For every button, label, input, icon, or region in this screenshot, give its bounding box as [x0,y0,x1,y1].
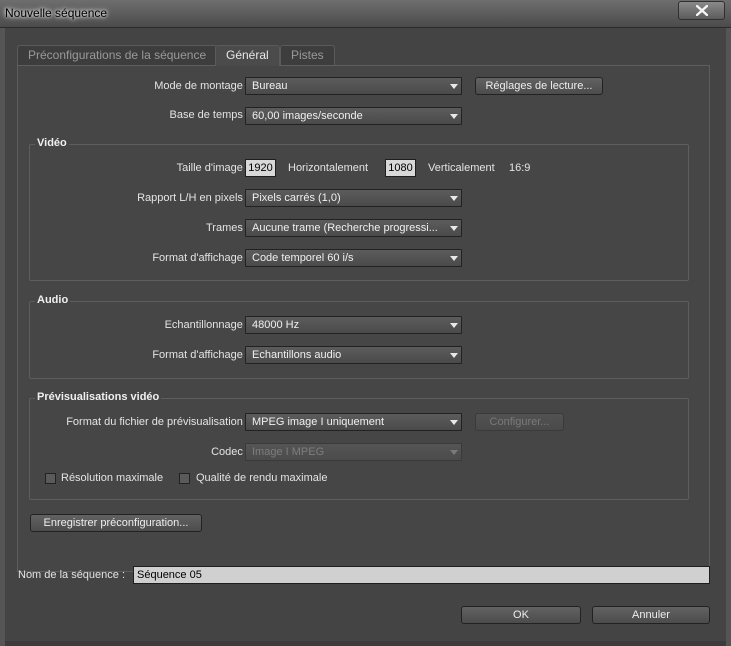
window-title: Nouvelle séquence [5,6,108,20]
frame-width-field[interactable]: 1920 [245,159,276,177]
chevron-down-icon [446,190,461,206]
chevron-down-icon [446,414,461,430]
pixel-aspect-value: Pixels carrés (1,0) [252,192,341,204]
chevron-down-icon [446,78,461,94]
fields-value: Aucune trame (Recherche progressi... [252,222,438,234]
video-group-title: Vidéo [35,137,69,149]
playback-settings-button[interactable]: Réglages de lecture... [475,77,603,95]
chevron-down-icon [446,347,461,363]
video-display-format-value: Code temporel 60 i/s [252,252,354,264]
horizontal-label: Horizontalement [288,162,369,174]
max-render-quality-checkbox[interactable] [179,473,190,484]
aspect-ratio-value: 16:9 [509,162,531,174]
sequence-name-label: Nom de la séquence : [18,569,126,581]
ok-button[interactable]: OK [461,606,581,624]
configure-button[interactable]: Configurer... [475,413,564,431]
close-icon [695,5,708,16]
chevron-down-icon [446,444,461,460]
general-tab-panel: Mode de montage : Bureau Réglages de lec… [17,65,710,572]
frame-height-field[interactable]: 1080 [385,159,416,177]
close-button[interactable] [678,1,725,20]
editing-mode-label: Mode de montage : [154,80,249,92]
chevron-down-icon [446,108,461,124]
audio-display-format-value: Echantillons audio [252,349,342,361]
chevron-down-icon [446,317,461,333]
frame-size-label: Taille d'image : [176,162,249,174]
timebase-label: Base de temps : [169,109,250,121]
audio-group-title: Audio [35,294,71,306]
sample-rate-select[interactable]: 48000 Hz [245,316,462,334]
dialog-client: Préconfigurations de la séquence Général… [5,28,726,641]
audio-display-format-label: Format d'affichage : [152,349,249,361]
preview-format-select[interactable]: MPEG image I uniquement [245,413,462,431]
pixel-aspect-select[interactable]: Pixels carrés (1,0) [245,189,462,207]
video-display-format-label: Format d'affichage : [152,252,249,264]
window-frame-right [726,28,731,646]
title-bar: Nouvelle séquence [0,0,731,28]
vertical-label: Verticalement [428,162,495,174]
chevron-down-icon [446,220,461,236]
sequence-name-field[interactable]: Séquence 05 [133,566,710,584]
max-resolution-label: Résolution maximale [61,472,164,484]
tab-tracks[interactable]: Pistes [280,45,335,65]
codec-select[interactable]: Image I MPEG [245,443,462,461]
codec-value: Image I MPEG [252,446,325,458]
codec-label: Codec : [211,446,249,458]
max-resolution-checkbox[interactable] [45,473,56,484]
video-previews-group-title: Prévisualisations vidéo [35,391,162,403]
pixel-aspect-label: Rapport L/H en pixels : [137,192,249,204]
audio-display-format-select[interactable]: Echantillons audio [245,346,462,364]
cancel-button[interactable]: Annuler [592,606,710,624]
timebase-value: 60,00 images/seconde [252,110,363,122]
timebase-select[interactable]: 60,00 images/seconde [245,107,462,125]
sample-rate-value: 48000 Hz [252,319,300,331]
editing-mode-select[interactable]: Bureau [245,77,462,95]
audio-group [29,301,689,379]
save-preset-button[interactable]: Enregistrer préconfiguration... [30,514,202,532]
sample-rate-label: Echantillonnage : [164,319,249,331]
tab-sequence-presets[interactable]: Préconfigurations de la séquence [17,45,218,65]
preview-format-label: Format du fichier de prévisualisation : [66,416,249,428]
max-render-quality-label: Qualité de rendu maximale [196,472,328,484]
chevron-down-icon [446,250,461,266]
fields-label: Trames : [206,222,249,234]
editing-mode-value: Bureau [252,80,288,92]
preview-format-value: MPEG image I uniquement [252,416,385,428]
tab-general[interactable]: Général [215,45,280,66]
fields-select[interactable]: Aucune trame (Recherche progressi... [245,219,462,237]
video-display-format-select[interactable]: Code temporel 60 i/s [245,249,462,267]
